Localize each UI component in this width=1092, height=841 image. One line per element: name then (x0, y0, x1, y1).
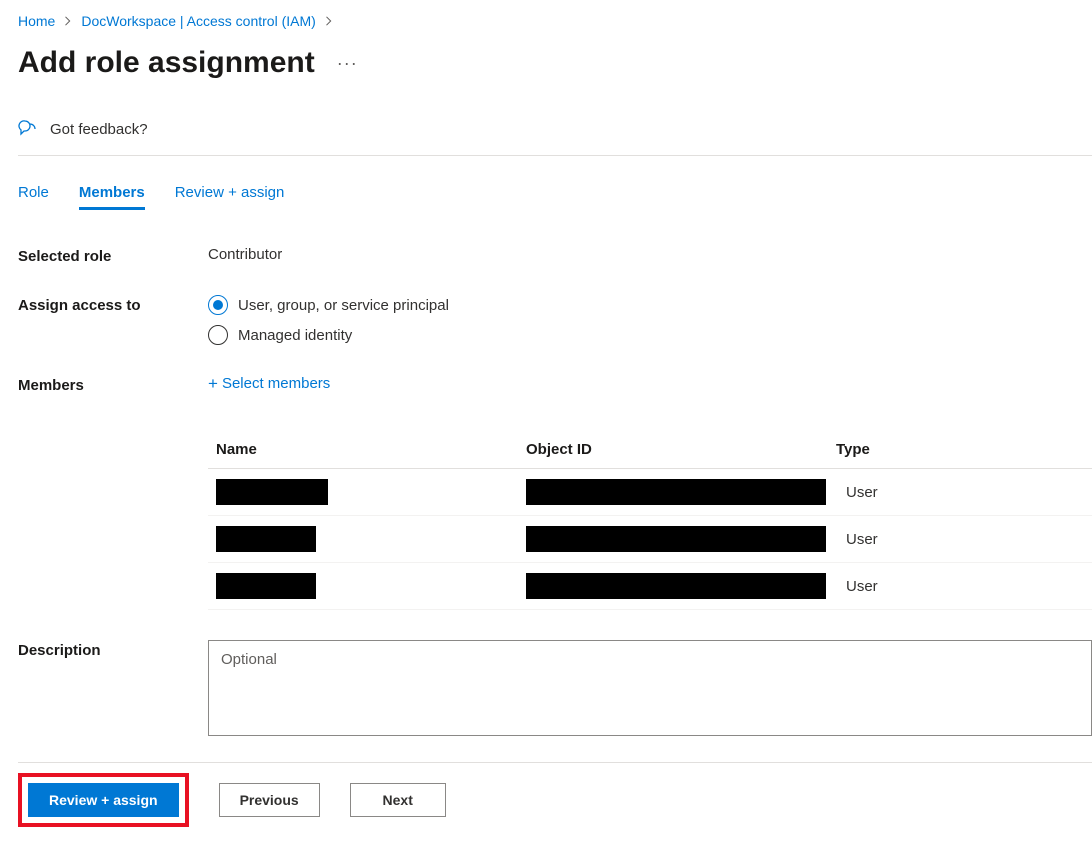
previous-button[interactable]: Previous (219, 783, 320, 817)
review-assign-button[interactable]: Review + assign (28, 783, 179, 817)
col-header-type[interactable]: Type (836, 441, 1092, 458)
feedback-link[interactable]: Got feedback? (18, 110, 1092, 156)
breadcrumb-home[interactable]: Home (18, 13, 55, 29)
radio-managed-identity[interactable]: Managed identity (208, 325, 1092, 345)
member-name-redacted (216, 573, 316, 599)
member-objectid-redacted (526, 526, 826, 552)
radio-icon (208, 325, 228, 345)
label-members: Members (18, 375, 208, 394)
highlight-annotation: Review + assign (18, 773, 189, 827)
breadcrumb: Home DocWorkspace | Access control (IAM) (18, 10, 1092, 32)
member-name-redacted (216, 526, 316, 552)
page-title: Add role assignment (18, 46, 315, 80)
member-type: User (836, 531, 1092, 548)
more-actions-button[interactable]: ··· (337, 53, 358, 74)
label-assign-access-to: Assign access to (18, 295, 208, 314)
col-header-object-id[interactable]: Object ID (526, 441, 836, 458)
value-selected-role: Contributor (208, 246, 1092, 263)
radio-label: User, group, or service principal (238, 297, 449, 314)
members-table: Name Object ID Type User User (208, 431, 1092, 610)
member-name-redacted (216, 479, 328, 505)
member-type: User (836, 578, 1092, 595)
member-objectid-redacted (526, 479, 826, 505)
label-description: Description (18, 640, 208, 659)
member-type: User (836, 484, 1092, 501)
radio-user-group-service-principal[interactable]: User, group, or service principal (208, 295, 1092, 315)
radio-label: Managed identity (238, 327, 352, 344)
feedback-label: Got feedback? (50, 121, 148, 138)
table-row[interactable]: User (208, 516, 1092, 563)
next-button[interactable]: Next (350, 783, 446, 817)
plus-icon: + (208, 375, 218, 392)
col-header-name[interactable]: Name (216, 441, 526, 458)
member-objectid-redacted (526, 573, 826, 599)
tab-role[interactable]: Role (18, 184, 49, 210)
feedback-icon (18, 118, 38, 141)
tab-members[interactable]: Members (79, 184, 145, 210)
tab-review-assign[interactable]: Review + assign (175, 184, 285, 210)
table-row[interactable]: User (208, 563, 1092, 610)
chevron-right-icon (324, 16, 334, 26)
description-textarea[interactable] (208, 640, 1092, 736)
tab-bar: Role Members Review + assign (18, 184, 1092, 210)
breadcrumb-workspace[interactable]: DocWorkspace | Access control (IAM) (81, 13, 315, 29)
assign-access-radio-group: User, group, or service principal Manage… (208, 295, 1092, 345)
footer-bar: Review + assign Previous Next (18, 762, 1092, 841)
select-members-label: Select members (222, 375, 330, 392)
table-row[interactable]: User (208, 469, 1092, 516)
chevron-right-icon (63, 16, 73, 26)
select-members-link[interactable]: + Select members (208, 375, 330, 392)
radio-icon (208, 295, 228, 315)
label-selected-role: Selected role (18, 246, 208, 265)
